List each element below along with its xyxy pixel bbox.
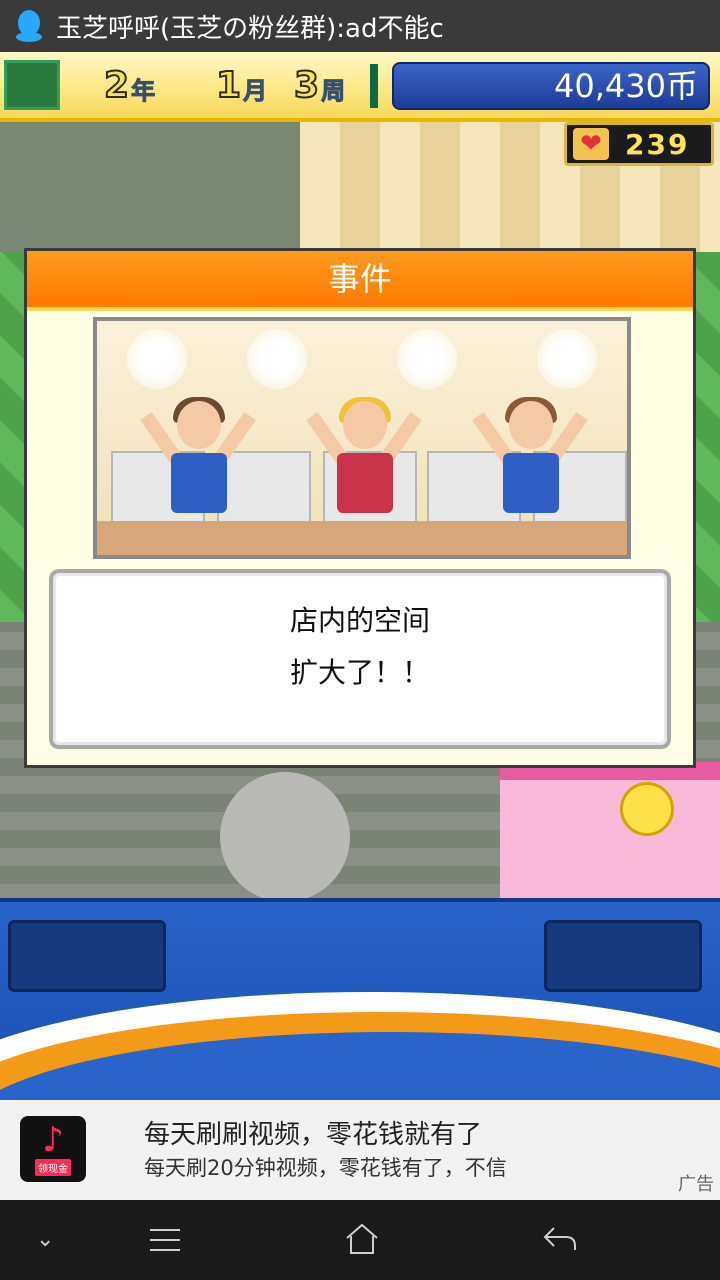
game-top-hud: 2 年 1 月 3 周 40,430币 xyxy=(0,52,720,122)
week-unit: 周 xyxy=(321,77,346,106)
right-panel-button[interactable] xyxy=(544,920,702,992)
system-nav-bar: ⌄ xyxy=(0,1200,720,1280)
douyin-icon[interactable]: ♪ 领现金 xyxy=(20,1116,86,1182)
month-display: 1 月 xyxy=(215,64,281,107)
ad-subline[interactable]: 每天刷20分钟视频，零花钱有了，不信 xyxy=(144,1152,507,1182)
month-unit: 月 xyxy=(243,77,268,106)
event-illustration xyxy=(93,317,631,559)
staff-character xyxy=(140,397,256,551)
staff-character xyxy=(306,397,422,551)
hearts-count: 239 xyxy=(625,127,690,161)
home-icon[interactable] xyxy=(344,1222,380,1256)
time-progress-bar xyxy=(370,64,378,108)
qq-penguin-icon xyxy=(16,10,42,42)
heart-icon: ❤ xyxy=(573,128,609,160)
money-display: 40,430币 xyxy=(392,62,710,110)
neighbor-shop xyxy=(500,762,720,898)
ad-app-tag: 领现金 xyxy=(35,1158,71,1176)
week-number: 3 xyxy=(293,65,320,107)
ceiling-light xyxy=(397,329,457,389)
bottom-game-panel xyxy=(0,898,720,1104)
season-snow-icon[interactable] xyxy=(4,60,60,110)
ad-label: 广告 xyxy=(678,1174,714,1195)
year-unit: 年 xyxy=(131,77,156,106)
ad-headline[interactable]: 每天刷刷视频，零花钱就有了 xyxy=(144,1114,482,1151)
notification-bar[interactable]: 玉芝呼呼(玉芝の粉丝群):ad不能c xyxy=(0,0,720,52)
tree xyxy=(220,772,350,898)
month-number: 1 xyxy=(215,65,242,107)
year-display: 2 年 xyxy=(103,64,169,107)
year-number: 2 xyxy=(103,65,130,107)
left-panel-button[interactable] xyxy=(8,920,166,992)
ad-banner[interactable]: ♪ 领现金 每天刷刷视频，零花钱就有了 每天刷20分钟视频，零花钱有了，不信 广… xyxy=(0,1100,720,1200)
ceiling-light xyxy=(247,329,307,389)
ceiling-light xyxy=(127,329,187,389)
week-display: 3 周 xyxy=(293,64,359,107)
chevron-down-icon[interactable]: ⌄ xyxy=(36,1220,54,1260)
event-message-line1: 店内的空间 xyxy=(289,604,430,637)
back-icon[interactable] xyxy=(542,1224,578,1254)
lamp xyxy=(620,782,674,836)
event-dialog[interactable]: 事件 店内的空间 扩大了！！ xyxy=(24,248,696,768)
staff-character xyxy=(472,397,588,551)
event-message-box: 店内的空间 扩大了！！ xyxy=(49,569,671,749)
hearts-counter: ❤ 239 xyxy=(564,122,714,166)
notification-text: 玉芝呼呼(玉芝の粉丝群):ad不能c xyxy=(56,13,444,44)
ceiling-light xyxy=(537,329,597,389)
menu-icon[interactable] xyxy=(148,1226,182,1254)
event-title: 事件 xyxy=(27,251,693,311)
event-message-line2: 扩大了！！ xyxy=(289,656,430,689)
